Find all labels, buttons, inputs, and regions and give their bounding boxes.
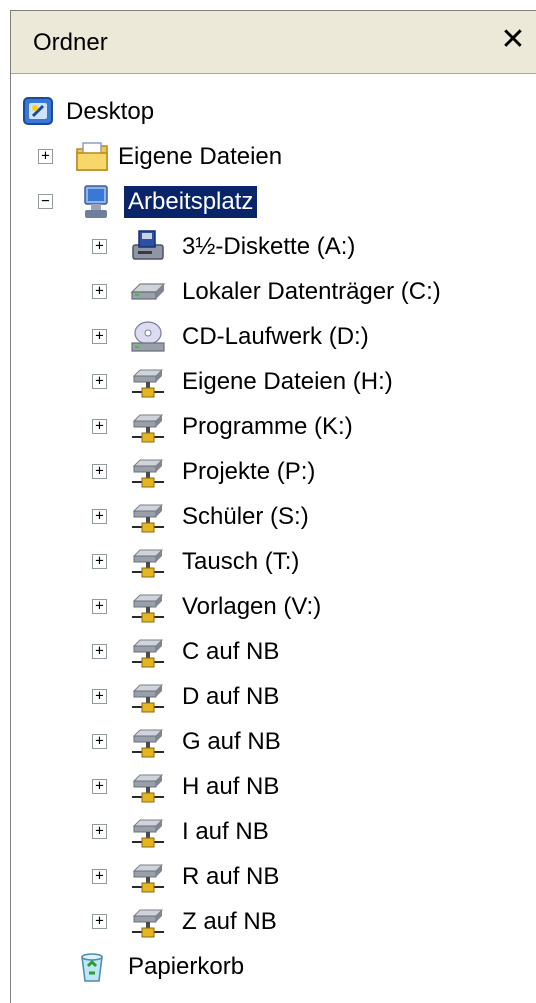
pane-title: Ordner <box>33 29 108 56</box>
expander-drive[interactable]: + <box>92 644 107 659</box>
tree-label-my-documents[interactable]: Eigene Dateien <box>114 141 286 173</box>
cd-drive-icon <box>131 321 165 352</box>
expander-my-computer[interactable]: − <box>38 194 53 209</box>
expander-drive[interactable]: + <box>92 239 107 254</box>
tree-label-desktop[interactable]: Desktop <box>62 96 158 128</box>
tree-label-drive[interactable]: CD-Laufwerk (D:) <box>178 321 373 353</box>
expander-drive[interactable]: + <box>92 554 107 569</box>
folder-documents-icon <box>76 142 108 171</box>
expander-drive[interactable]: + <box>92 869 107 884</box>
network-drive-icon <box>132 594 164 623</box>
recycle-bin-icon <box>81 953 103 982</box>
network-drive-icon <box>132 639 164 668</box>
expander-drive[interactable]: + <box>92 689 107 704</box>
tree-label-drive[interactable]: Tausch (T:) <box>178 546 303 578</box>
network-drive-icon <box>132 504 164 533</box>
network-drive-icon <box>132 729 164 758</box>
tree-label-drive[interactable]: G auf NB <box>178 726 285 758</box>
tree-label-my-computer[interactable]: Arbeitsplatz <box>124 186 258 218</box>
network-drive-icon <box>132 369 164 398</box>
network-drive-icon <box>132 774 164 803</box>
expander-drive[interactable]: + <box>92 509 107 524</box>
floppy-drive-icon <box>132 230 164 260</box>
expander-drive[interactable]: + <box>92 599 107 614</box>
tree-label-drive[interactable]: D auf NB <box>178 681 283 713</box>
tree-label-drive[interactable]: 3½-Diskette (A:) <box>178 231 359 263</box>
expander-drive[interactable]: + <box>92 779 107 794</box>
tree-label-recycle-bin[interactable]: Papierkorb <box>124 951 248 983</box>
tree-label-drive[interactable]: Eigene Dateien (H:) <box>178 366 397 398</box>
expander-drive[interactable]: + <box>92 329 107 344</box>
tree-label-drive[interactable]: Z auf NB <box>178 906 281 938</box>
expander-drive[interactable]: + <box>92 734 107 749</box>
tree-label-drive[interactable]: Lokaler Datenträger (C:) <box>178 276 445 308</box>
tree-label-drive[interactable]: Schüler (S:) <box>178 501 313 533</box>
close-pane-button[interactable]: ✕ <box>498 25 528 55</box>
network-drive-icon <box>132 909 164 938</box>
expander-drive[interactable]: + <box>92 284 107 299</box>
tree-label-drive[interactable]: C auf NB <box>178 636 283 668</box>
folders-pane: Ordner ✕ Desktop + Eigene Dateien − Arbe… <box>10 10 536 1003</box>
pane-header: Ordner ✕ <box>11 11 536 74</box>
hard-drive-icon <box>130 283 166 300</box>
desktop-icon <box>23 97 53 125</box>
tree-label-drive[interactable]: Projekte (P:) <box>178 456 319 488</box>
expander-drive[interactable]: + <box>92 824 107 839</box>
network-drive-icon <box>132 864 164 893</box>
expander-drive[interactable]: + <box>92 464 107 479</box>
tree-label-drive[interactable]: Vorlagen (V:) <box>178 591 325 623</box>
network-drive-icon <box>132 819 164 848</box>
folder-tree[interactable]: Desktop + Eigene Dateien − Arbeitsplatz <box>11 74 536 1003</box>
tree-label-drive[interactable]: H auf NB <box>178 771 283 803</box>
expander-drive[interactable]: + <box>92 914 107 929</box>
tree-label-drive[interactable]: I auf NB <box>178 816 273 848</box>
expander-my-documents[interactable]: + <box>38 149 53 164</box>
close-icon: ✕ <box>500 22 526 57</box>
expander-drive[interactable]: + <box>92 374 107 389</box>
tree-label-drive[interactable]: Programme (K:) <box>178 411 357 443</box>
expander-drive[interactable]: + <box>92 419 107 434</box>
computer-icon <box>84 185 108 218</box>
network-drive-icon <box>132 414 164 443</box>
tree-label-drive[interactable]: R auf NB <box>178 861 283 893</box>
network-drive-icon <box>132 549 164 578</box>
network-drive-icon <box>132 684 164 713</box>
network-drive-icon <box>132 459 164 488</box>
